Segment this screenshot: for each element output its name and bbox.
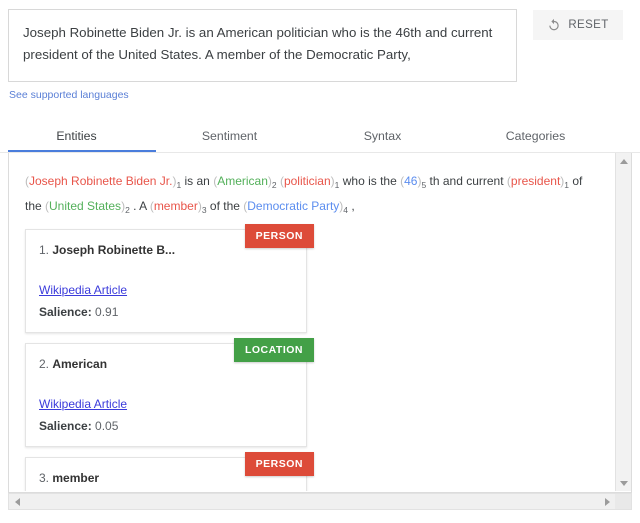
analysis-text-input[interactable]: Joseph Robinette Biden Jr. is an America… [8, 9, 517, 82]
entity-salience-label: Salience: [39, 419, 92, 433]
entity-salience-value: 0.91 [91, 305, 119, 319]
entity-index: 3 [201, 205, 207, 215]
tab-sentiment[interactable]: Sentiment [153, 119, 306, 153]
entity-index: 5 [421, 180, 427, 190]
horizontal-scrollbar[interactable] [8, 493, 632, 510]
entity-salience-label: Salience: [39, 305, 92, 319]
input-row: Joseph Robinette Biden Jr. is an America… [0, 0, 640, 101]
results-panel: (Joseph Robinette Biden Jr.)1 is an (Ame… [8, 153, 632, 493]
entity-index: 1 [334, 180, 340, 190]
results-scroll-content: (Joseph Robinette Biden Jr.)1 is an (Ame… [9, 153, 605, 491]
annotated-plain-text: who is the [339, 174, 401, 188]
scroll-right-icon[interactable] [599, 494, 615, 509]
annotated-entity-person[interactable]: (politician)1 [280, 174, 340, 190]
entity-card: 3. memberSalience: 0.02PERSON [25, 452, 314, 491]
entity-card: 2. American Wikipedia Article Salience: 0.… [25, 338, 314, 447]
annotated-plain-text: . A [129, 199, 150, 213]
annotated-entity-person[interactable]: (member)3 [150, 199, 207, 215]
supported-languages-link[interactable]: See supported languages [9, 89, 129, 101]
annotated-entity-number[interactable]: (46)5 [400, 174, 427, 190]
tab-syntax-label: Syntax [363, 129, 402, 143]
reset-button-label: RESET [568, 19, 609, 31]
vertical-scrollbar[interactable] [615, 153, 631, 491]
entity-salience-value: 0.05 [91, 419, 119, 433]
tab-syntax[interactable]: Syntax [306, 119, 459, 153]
entity-card: 1. Joseph Robinette B... Wikipedia Articl… [25, 224, 314, 333]
scroll-left-icon[interactable] [9, 494, 25, 509]
entity-index: 2 [125, 205, 130, 215]
entity-salience: Salience: 0.05 [39, 419, 293, 433]
entity-card-name: member [52, 471, 100, 485]
entity-index: 4 [343, 205, 349, 215]
entity-word: American [217, 174, 268, 188]
entity-index: 1 [176, 180, 182, 190]
annotated-entity-location[interactable]: (American)2 [213, 174, 277, 190]
nlp-demo-app: Joseph Robinette Biden Jr. is an America… [0, 0, 640, 523]
tab-categories-label: Categories [505, 129, 566, 143]
annotated-plain-text: is an [181, 174, 214, 188]
entity-word: 46 [404, 174, 418, 188]
reset-icon [547, 18, 561, 32]
annotated-entity-org[interactable]: (Democratic Party)4 [243, 199, 349, 215]
analysis-text-value: Joseph Robinette Biden Jr. is an America… [23, 25, 493, 62]
entity-word: Joseph Robinette Biden Jr. [29, 174, 173, 188]
tab-sentiment-label: Sentiment [201, 129, 258, 143]
entity-index: 1 [564, 180, 570, 190]
entity-word: United States [49, 199, 122, 213]
entity-card-name: American [52, 357, 108, 371]
annotated-entity-location[interactable]: (United States)2 [45, 199, 130, 215]
tab-entities[interactable]: Entities [0, 119, 153, 153]
wikipedia-article-link[interactable]: Wikipedia Article [39, 397, 127, 411]
horizontal-scrollbar-thumb[interactable] [25, 494, 599, 509]
annotated-entity-person[interactable]: (Joseph Robinette Biden Jr.)1 [25, 174, 182, 190]
entity-type-badge: LOCATION [233, 338, 314, 362]
entity-word: member [153, 199, 198, 213]
scrollbar-corner [615, 494, 631, 509]
entity-type-badge: PERSON [244, 452, 314, 476]
scroll-up-icon[interactable] [616, 153, 631, 169]
entity-word: president [510, 174, 561, 188]
entity-card-index: 2. [39, 357, 53, 371]
entity-salience: Salience: 0.91 [39, 305, 293, 319]
annotated-plain-text: th and current [426, 174, 507, 188]
reset-button[interactable]: RESET [533, 10, 623, 40]
entity-word: politician [283, 174, 331, 188]
annotated-plain-text: , [348, 199, 355, 213]
wikipedia-article-link[interactable]: Wikipedia Article [39, 283, 127, 297]
annotated-plain-text: of the [206, 199, 244, 213]
entity-card-index: 1. [39, 243, 53, 257]
annotated-sentence: (Joseph Robinette Biden Jr.)1 is an (Ame… [9, 165, 605, 219]
entity-word: Democratic Party [247, 199, 340, 213]
entity-index: 2 [271, 180, 277, 190]
scroll-down-icon[interactable] [616, 475, 631, 491]
entity-card-grid: 1. Joseph Robinette B... Wikipedia Articl… [9, 224, 605, 491]
tab-categories[interactable]: Categories [459, 119, 612, 153]
entity-card-name: Joseph Robinette B... [52, 243, 176, 257]
entity-card-index: 3. [39, 471, 53, 485]
entity-type-badge: PERSON [244, 224, 314, 248]
tab-bar: Entities Sentiment Syntax Categories [0, 119, 640, 153]
tab-entities-label: Entities [56, 129, 97, 143]
annotated-entity-person[interactable]: (president)1 [507, 174, 570, 190]
